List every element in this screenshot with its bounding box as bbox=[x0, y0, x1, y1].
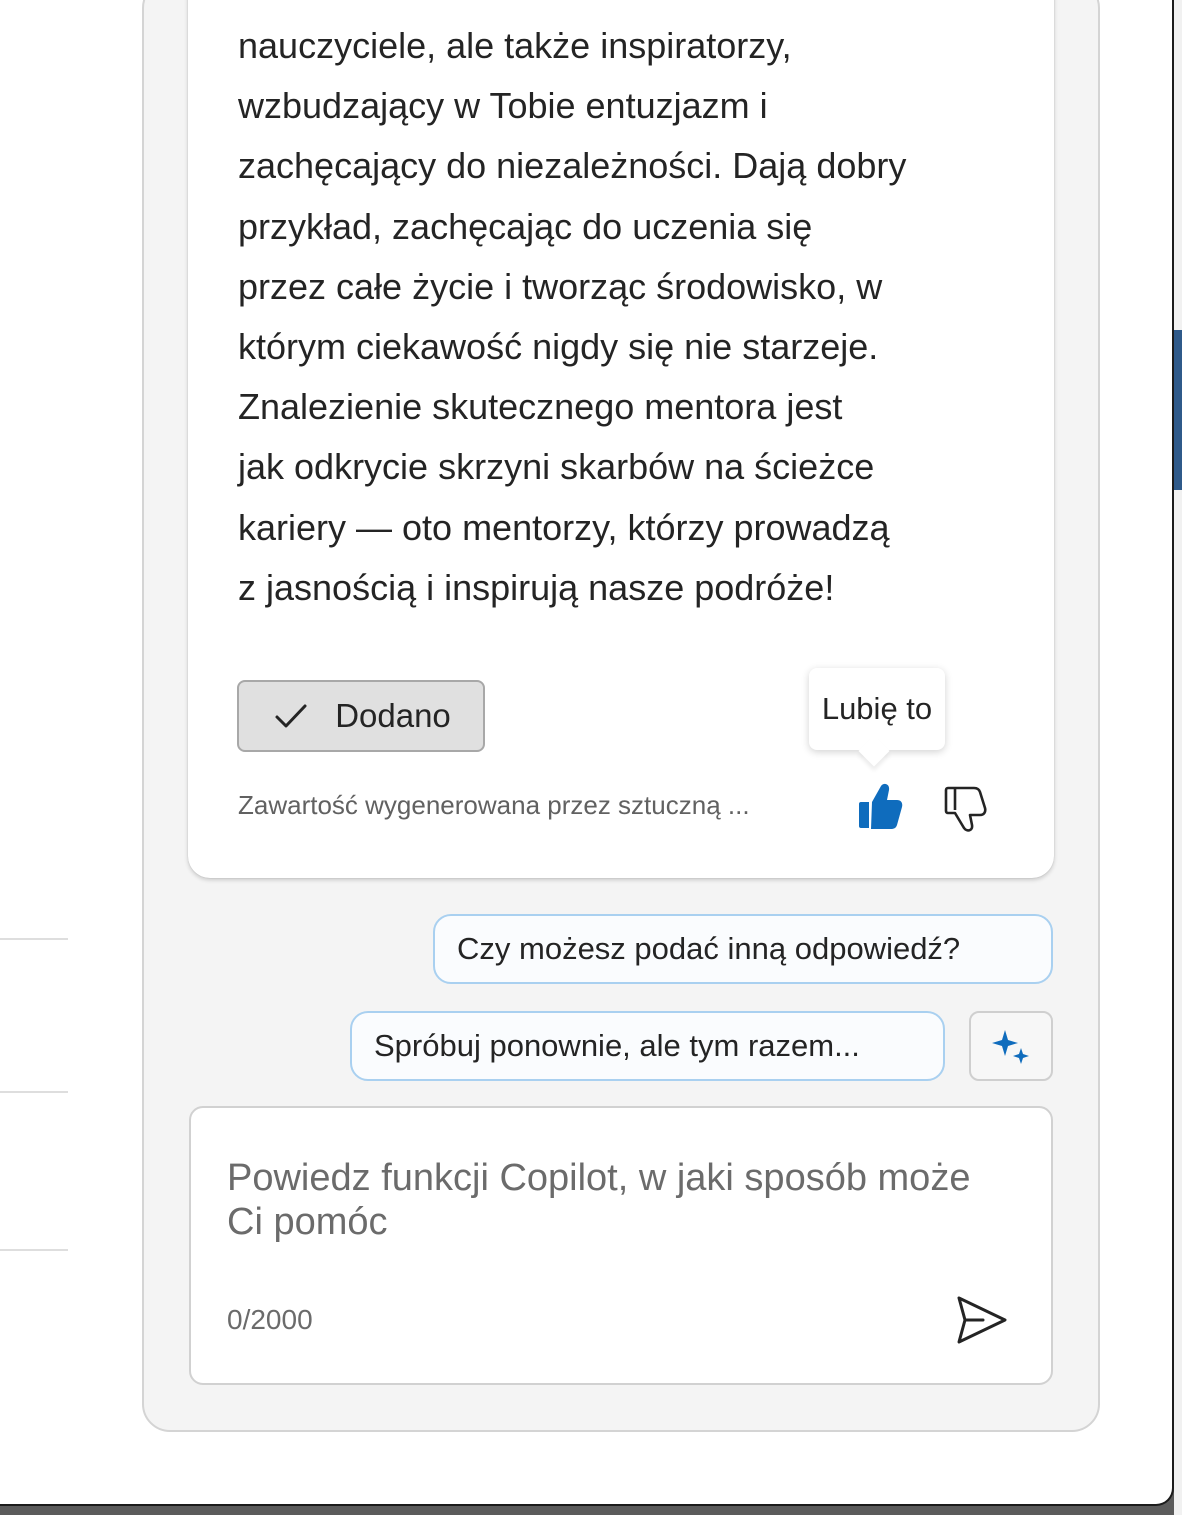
copilot-window: nauczyciele, ale także inspiratorzy, wzb… bbox=[0, 0, 1174, 1506]
chat-composer[interactable]: Powiedz funkcji Copilot, w jaki sposób m… bbox=[189, 1106, 1053, 1385]
suggestion-chip-other-answer[interactable]: Czy możesz podać inną odpowiedź? bbox=[433, 914, 1053, 984]
checkmark-icon bbox=[275, 704, 307, 728]
suggestion-chip-try-again[interactable]: Spróbuj ponownie, ale tym razem... bbox=[350, 1011, 945, 1081]
ai-generated-disclaimer[interactable]: Zawartość wygenerowana przez sztuczną ..… bbox=[238, 790, 818, 821]
like-tooltip: Lubię to bbox=[809, 668, 945, 750]
character-counter: 0/2000 bbox=[227, 1304, 313, 1335]
background-accent bbox=[1174, 330, 1182, 490]
suggestion-chip-label: Spróbuj ponownie, ale tym razem... bbox=[374, 1028, 860, 1063]
background-window-edge bbox=[1174, 0, 1182, 1515]
sparkle-icon bbox=[992, 1030, 1029, 1064]
composer-input[interactable]: Powiedz funkcji Copilot, w jaki sposób m… bbox=[227, 1156, 987, 1244]
added-button[interactable]: Dodano bbox=[237, 680, 485, 752]
divider-line bbox=[0, 938, 68, 940]
suggestion-chip-label: Czy możesz podać inną odpowiedź? bbox=[457, 931, 961, 966]
added-button-label: Dodano bbox=[335, 697, 451, 734]
response-text: nauczyciele, ale także inspiratorzy, wzb… bbox=[238, 25, 907, 608]
like-tooltip-text: Lubię to bbox=[821, 691, 933, 726]
thumbs-up-filled-icon[interactable] bbox=[855, 780, 903, 832]
thumbs-down-icon[interactable] bbox=[944, 782, 992, 832]
send-icon[interactable] bbox=[953, 1292, 1011, 1348]
divider-line bbox=[0, 1249, 68, 1251]
prompt-suggestions-button[interactable] bbox=[969, 1011, 1053, 1081]
divider-line bbox=[0, 1091, 68, 1093]
